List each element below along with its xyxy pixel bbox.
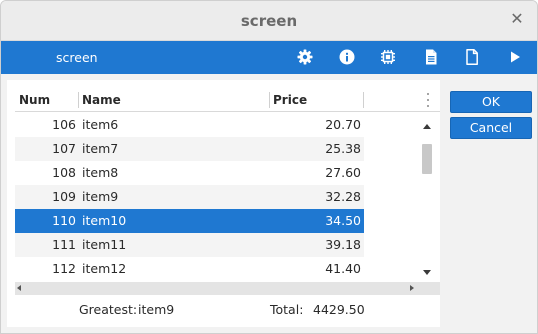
scroll-down-icon[interactable] (423, 270, 431, 275)
column-header-price[interactable]: Price (269, 89, 362, 112)
cell-price: 27.60 (325, 165, 361, 180)
cancel-button[interactable]: Cancel (450, 117, 532, 139)
table-header: Num Name Price (15, 89, 440, 112)
document-icon[interactable] (422, 48, 440, 66)
summary-footer: Greatest: item9 Total: 4429.50 (7, 295, 440, 327)
cell-num: 106 (52, 117, 76, 132)
table-row[interactable]: 112 item12 41.40 (15, 257, 364, 281)
horizontal-scrollbar[interactable] (15, 282, 428, 295)
cell-name: item11 (82, 237, 127, 252)
cell-price: 41.40 (325, 261, 361, 276)
dialog-window: screen ✕ screen Num Name Price 106 item6… (0, 0, 538, 334)
column-menu-icon[interactable] (424, 93, 432, 107)
window-title: screen (240, 12, 298, 30)
cell-price: 32.28 (325, 189, 361, 204)
cell-price: 25.38 (325, 141, 361, 156)
column-header-name[interactable]: Name (78, 89, 268, 112)
title-bar: screen ✕ (1, 1, 537, 41)
total-value: 4429.50 (313, 302, 365, 317)
cell-num: 109 (52, 189, 76, 204)
close-icon[interactable]: ✕ (509, 11, 525, 27)
cell-price: 20.70 (325, 117, 361, 132)
column-separator[interactable] (363, 92, 364, 108)
table-row[interactable]: 108 item8 27.60 (15, 161, 364, 185)
scrollbar-corner (428, 282, 440, 295)
total-label: Total: (270, 302, 304, 317)
cell-num: 107 (52, 141, 76, 156)
column-header-num[interactable]: Num (15, 89, 76, 112)
file-icon[interactable] (463, 48, 481, 66)
chip-icon[interactable] (379, 48, 397, 66)
cell-num: 112 (52, 261, 76, 276)
cell-price: 39.18 (325, 237, 361, 252)
gear-icon[interactable] (296, 48, 314, 66)
cell-name: item7 (82, 141, 119, 156)
table-row[interactable]: 107 item7 25.38 (15, 137, 364, 161)
table-body: 106 item6 20.70 107 item7 25.38 108 item8 27.60 1… (15, 113, 364, 281)
ok-button[interactable]: OK (450, 91, 532, 113)
table-row[interactable]: 110 item10 34.50 (15, 209, 364, 233)
toolbar-title: screen (56, 50, 98, 65)
cell-name: item8 (82, 165, 119, 180)
play-icon[interactable] (506, 48, 524, 66)
table-row[interactable]: 109 item9 32.28 (15, 185, 364, 209)
table-row[interactable]: 111 item11 39.18 (15, 233, 364, 257)
scroll-up-icon[interactable] (423, 124, 431, 129)
greatest-label: Greatest: (79, 302, 138, 317)
cell-name: item9 (82, 189, 119, 204)
cell-num: 111 (52, 237, 76, 252)
cell-price: 34.50 (325, 213, 361, 228)
info-icon[interactable] (338, 48, 356, 66)
scroll-left-icon[interactable] (17, 285, 21, 291)
vertical-scroll-thumb[interactable] (422, 144, 432, 174)
cell-name: item12 (82, 261, 127, 276)
table-panel: Num Name Price 106 item6 20.70 107 item7 25.3… (7, 80, 440, 327)
toolbar: screen (1, 41, 537, 74)
scroll-right-icon[interactable] (410, 285, 414, 291)
cell-num: 110 (52, 213, 76, 228)
cell-name: item10 (82, 213, 127, 228)
table-row[interactable]: 106 item6 20.70 (15, 113, 364, 137)
cell-name: item6 (82, 117, 119, 132)
cell-num: 108 (52, 165, 76, 180)
greatest-value: item9 (138, 302, 175, 317)
